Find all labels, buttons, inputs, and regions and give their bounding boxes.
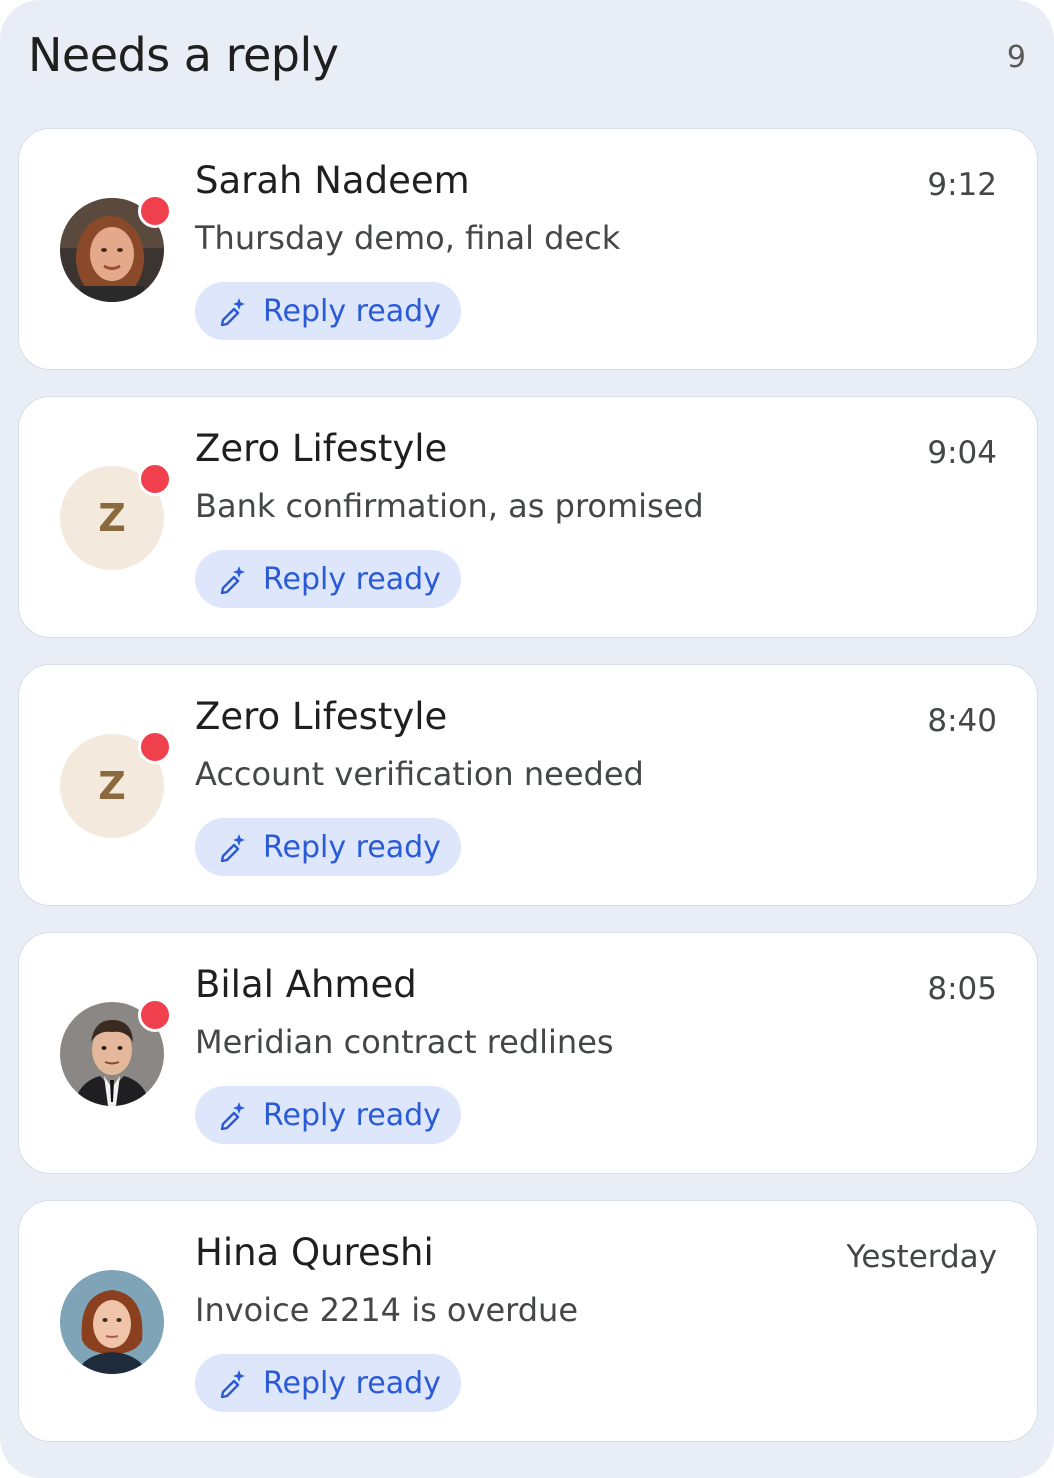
reply-ready-label: Reply ready [263, 1097, 441, 1133]
message-subject: Meridian contract redlines [195, 1023, 614, 1061]
reply-ready-label: Reply ready [263, 293, 441, 329]
message-subject: Thursday demo, final deck [195, 219, 621, 257]
message-subject: Bank confirmation, as promised [195, 487, 704, 525]
unread-indicator [138, 730, 172, 764]
message-time: 9:04 [927, 435, 997, 471]
reply-ready-button[interactable]: Reply ready [195, 818, 461, 876]
message-time: 8:05 [927, 971, 997, 1007]
reply-ready-label: Reply ready [263, 1365, 441, 1401]
message-time: Yesterday [846, 1239, 998, 1275]
reply-ready-label: Reply ready [263, 829, 441, 865]
unread-indicator [138, 462, 172, 496]
message-card[interactable]: Bilal Ahmed 8:05 Meridian contract redli… [18, 932, 1038, 1174]
reply-ready-button[interactable]: Reply ready [195, 1354, 461, 1412]
sender-name: Bilal Ahmed [195, 963, 417, 1006]
message-card[interactable]: Hina Qureshi Yesterday Invoice 2214 is o… [18, 1200, 1038, 1442]
panel-title: Needs a reply [28, 28, 339, 82]
needs-reply-panel: Needs a reply 9 Sarah Nadeem 9:12 Thursd… [0, 0, 1054, 1478]
sparkle-pen-icon [220, 1370, 245, 1398]
avatar [60, 1270, 164, 1374]
unread-indicator [138, 194, 172, 228]
message-card[interactable]: Z Zero Lifestyle 8:40 Account verificati… [18, 664, 1038, 906]
sparkle-pen-icon [220, 566, 245, 594]
message-card[interactable]: Z Zero Lifestyle 9:04 Bank confirmation,… [18, 396, 1038, 638]
reply-ready-button[interactable]: Reply ready [195, 550, 461, 608]
panel-header: Needs a reply 9 [28, 22, 1026, 92]
message-subject: Invoice 2214 is overdue [195, 1291, 578, 1329]
sender-name: Hina Qureshi [195, 1231, 434, 1274]
reply-ready-label: Reply ready [263, 561, 441, 597]
message-subject: Account verification needed [195, 755, 644, 793]
message-card[interactable]: Sarah Nadeem 9:12 Thursday demo, final d… [18, 128, 1038, 370]
unread-indicator [138, 998, 172, 1032]
message-count: 9 [1006, 40, 1026, 75]
sender-name: Zero Lifestyle [195, 695, 448, 738]
sparkle-pen-icon [220, 834, 245, 862]
message-time: 8:40 [927, 703, 997, 739]
sparkle-pen-icon [220, 298, 245, 326]
reply-ready-button[interactable]: Reply ready [195, 282, 461, 340]
message-time: 9:12 [927, 167, 997, 203]
reply-ready-button[interactable]: Reply ready [195, 1086, 461, 1144]
sender-name: Zero Lifestyle [195, 427, 448, 470]
sender-name: Sarah Nadeem [195, 159, 470, 202]
sparkle-pen-icon [220, 1102, 245, 1130]
